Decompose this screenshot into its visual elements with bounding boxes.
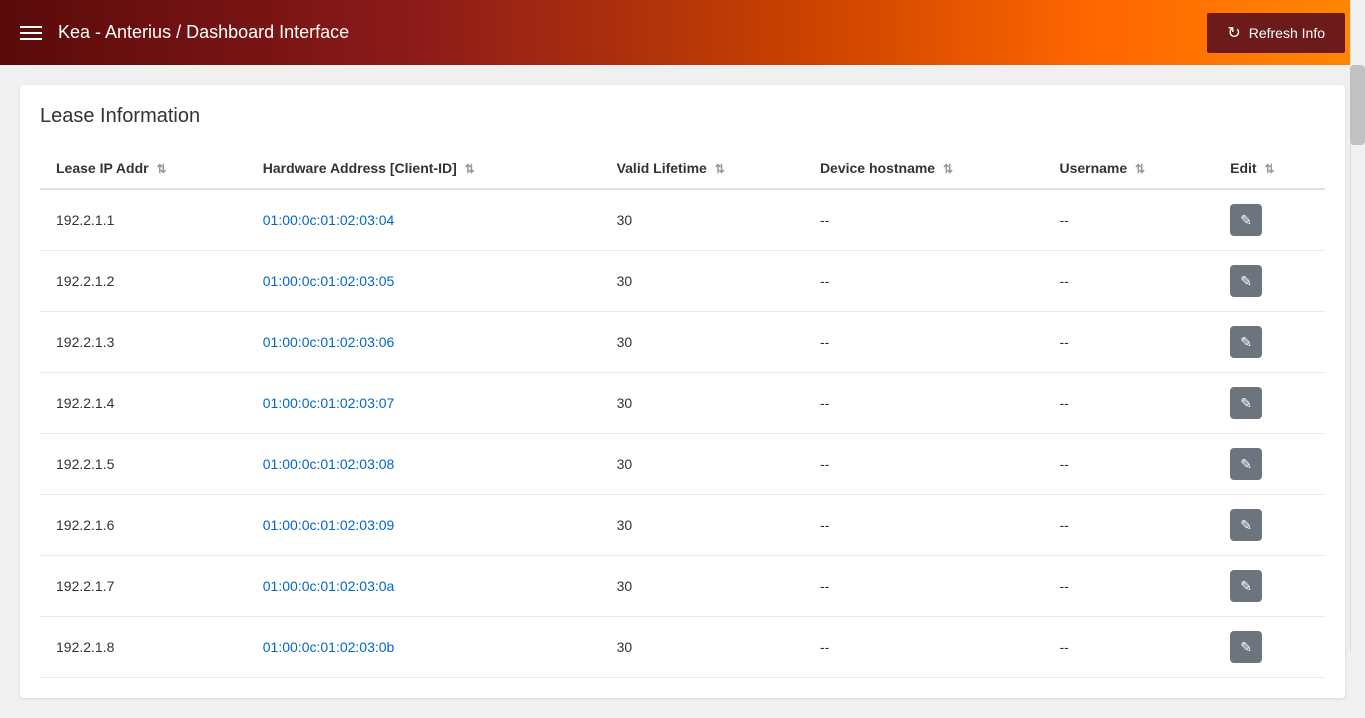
section-title: Lease Information — [40, 105, 1325, 128]
table-row: 192.2.1.701:00:0c:01:02:03:0a30----✎ — [40, 556, 1325, 617]
cell-valid-lifetime: 30 — [601, 189, 804, 251]
col-lease-ip[interactable]: Lease IP Addr ⇅ — [40, 148, 247, 189]
refresh-button[interactable]: ↻ Refresh Info — [1207, 13, 1345, 53]
header: Kea - Anterius / Dashboard Interface ↻ R… — [0, 0, 1365, 65]
col-device-hostname[interactable]: Device hostname ⇅ — [804, 148, 1044, 189]
cell-username: -- — [1043, 251, 1214, 312]
cell-valid-lifetime: 30 — [601, 556, 804, 617]
table-row: 192.2.1.501:00:0c:01:02:03:0830----✎ — [40, 434, 1325, 495]
col-edit-label: Edit — [1230, 160, 1256, 176]
cell-username: -- — [1043, 617, 1214, 678]
cell-device-hostname: -- — [804, 434, 1044, 495]
cell-hardware-addr: 01:00:0c:01:02:03:0b — [247, 617, 601, 678]
cell-hardware-addr: 01:00:0c:01:02:03:06 — [247, 312, 601, 373]
refresh-button-label: Refresh Info — [1249, 25, 1325, 41]
col-device-hostname-label: Device hostname — [820, 160, 935, 176]
col-edit[interactable]: Edit ⇅ — [1214, 148, 1325, 189]
col-lease-ip-label: Lease IP Addr — [56, 160, 149, 176]
cell-lease-ip: 192.2.1.7 — [40, 556, 247, 617]
cell-hardware-addr: 01:00:0c:01:02:03:04 — [247, 189, 601, 251]
edit-button[interactable]: ✎ — [1230, 326, 1262, 358]
cell-device-hostname: -- — [804, 251, 1044, 312]
scrollbar-thumb[interactable] — [1350, 65, 1365, 145]
sort-icon-device-hostname: ⇅ — [943, 162, 953, 176]
cell-valid-lifetime: 30 — [601, 373, 804, 434]
cell-valid-lifetime: 30 — [601, 312, 804, 373]
table-row: 192.2.1.401:00:0c:01:02:03:0730----✎ — [40, 373, 1325, 434]
col-hardware-addr[interactable]: Hardware Address [Client-ID] ⇅ — [247, 148, 601, 189]
sort-icon-username: ⇅ — [1135, 162, 1145, 176]
edit-button[interactable]: ✎ — [1230, 204, 1262, 236]
table-header: Lease IP Addr ⇅ Hardware Address [Client… — [40, 148, 1325, 189]
cell-edit: ✎ — [1214, 617, 1325, 678]
cell-lease-ip: 192.2.1.4 — [40, 373, 247, 434]
cell-edit: ✎ — [1214, 312, 1325, 373]
table-header-row: Lease IP Addr ⇅ Hardware Address [Client… — [40, 148, 1325, 189]
edit-button[interactable]: ✎ — [1230, 631, 1262, 663]
table-row: 192.2.1.801:00:0c:01:02:03:0b30----✎ — [40, 617, 1325, 678]
edit-button[interactable]: ✎ — [1230, 570, 1262, 602]
cell-username: -- — [1043, 189, 1214, 251]
cell-username: -- — [1043, 556, 1214, 617]
cell-lease-ip: 192.2.1.6 — [40, 495, 247, 556]
col-hardware-addr-label: Hardware Address [Client-ID] — [263, 160, 457, 176]
cell-username: -- — [1043, 434, 1214, 495]
cell-device-hostname: -- — [804, 495, 1044, 556]
sort-icon-valid-lifetime: ⇅ — [715, 162, 725, 176]
col-username[interactable]: Username ⇅ — [1043, 148, 1214, 189]
table-row: 192.2.1.301:00:0c:01:02:03:0630----✎ — [40, 312, 1325, 373]
cell-device-hostname: -- — [804, 617, 1044, 678]
refresh-icon: ↻ — [1227, 23, 1240, 43]
col-valid-lifetime[interactable]: Valid Lifetime ⇅ — [601, 148, 804, 189]
col-username-label: Username — [1059, 160, 1127, 176]
cell-username: -- — [1043, 495, 1214, 556]
cell-edit: ✎ — [1214, 373, 1325, 434]
edit-button[interactable]: ✎ — [1230, 509, 1262, 541]
col-valid-lifetime-label: Valid Lifetime — [617, 160, 707, 176]
cell-username: -- — [1043, 373, 1214, 434]
cell-device-hostname: -- — [804, 373, 1044, 434]
cell-valid-lifetime: 30 — [601, 617, 804, 678]
table-row: 192.2.1.601:00:0c:01:02:03:0930----✎ — [40, 495, 1325, 556]
table-row: 192.2.1.101:00:0c:01:02:03:0430----✎ — [40, 189, 1325, 251]
cell-lease-ip: 192.2.1.2 — [40, 251, 247, 312]
cell-edit: ✎ — [1214, 434, 1325, 495]
table-body: 192.2.1.101:00:0c:01:02:03:0430----✎192.… — [40, 189, 1325, 678]
cell-lease-ip: 192.2.1.8 — [40, 617, 247, 678]
edit-button[interactable]: ✎ — [1230, 387, 1262, 419]
lease-table-container: Lease IP Addr ⇅ Hardware Address [Client… — [40, 148, 1325, 678]
cell-lease-ip: 192.2.1.3 — [40, 312, 247, 373]
edit-button[interactable]: ✎ — [1230, 448, 1262, 480]
cell-valid-lifetime: 30 — [601, 434, 804, 495]
lease-table: Lease IP Addr ⇅ Hardware Address [Client… — [40, 148, 1325, 678]
cell-edit: ✎ — [1214, 251, 1325, 312]
cell-device-hostname: -- — [804, 556, 1044, 617]
cell-username: -- — [1043, 312, 1214, 373]
cell-valid-lifetime: 30 — [601, 495, 804, 556]
cell-edit: ✎ — [1214, 556, 1325, 617]
scrollbar[interactable] — [1350, 0, 1365, 651]
table-row: 192.2.1.201:00:0c:01:02:03:0530----✎ — [40, 251, 1325, 312]
edit-button[interactable]: ✎ — [1230, 265, 1262, 297]
main-content: Lease Information Lease IP Addr ⇅ Hardwa… — [20, 85, 1345, 698]
cell-hardware-addr: 01:00:0c:01:02:03:05 — [247, 251, 601, 312]
cell-hardware-addr: 01:00:0c:01:02:03:08 — [247, 434, 601, 495]
sort-icon-edit: ⇅ — [1264, 162, 1274, 176]
cell-valid-lifetime: 30 — [601, 251, 804, 312]
cell-hardware-addr: 01:00:0c:01:02:03:09 — [247, 495, 601, 556]
cell-lease-ip: 192.2.1.5 — [40, 434, 247, 495]
cell-hardware-addr: 01:00:0c:01:02:03:07 — [247, 373, 601, 434]
cell-device-hostname: -- — [804, 312, 1044, 373]
cell-lease-ip: 192.2.1.1 — [40, 189, 247, 251]
hamburger-menu-icon[interactable] — [20, 26, 42, 40]
header-title: Kea - Anterius / Dashboard Interface — [58, 22, 349, 43]
sort-icon-lease-ip: ⇅ — [156, 162, 166, 176]
cell-hardware-addr: 01:00:0c:01:02:03:0a — [247, 556, 601, 617]
cell-device-hostname: -- — [804, 189, 1044, 251]
sort-icon-hardware-addr: ⇅ — [465, 162, 475, 176]
cell-edit: ✎ — [1214, 495, 1325, 556]
cell-edit: ✎ — [1214, 189, 1325, 251]
header-left: Kea - Anterius / Dashboard Interface — [20, 22, 349, 43]
